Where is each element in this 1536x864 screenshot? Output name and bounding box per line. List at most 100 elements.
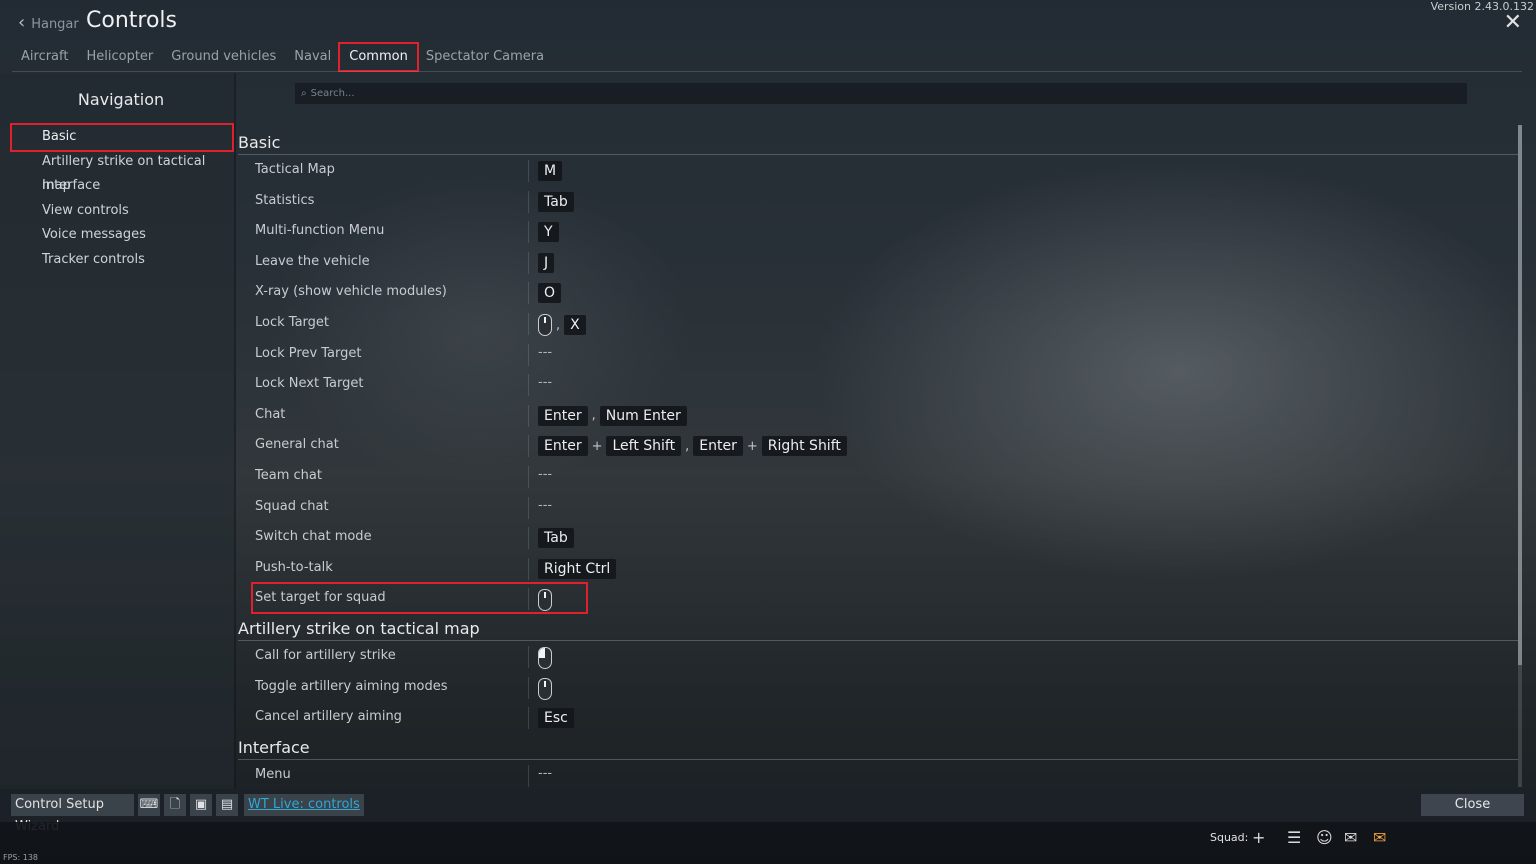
tab-common[interactable]: Common bbox=[338, 42, 419, 72]
control-row[interactable]: Team chat --- bbox=[238, 462, 1518, 492]
control-label: Multi-function Menu bbox=[255, 223, 385, 239]
key-tab[interactable]: Tab bbox=[538, 191, 574, 212]
add-squad-icon[interactable]: + bbox=[1252, 828, 1265, 847]
control-row[interactable]: Set target for squad bbox=[238, 582, 1518, 615]
control-row[interactable]: X-ray (show vehicle modules) O bbox=[238, 278, 1518, 308]
control-row[interactable]: Push-to-talk Right Ctrl bbox=[238, 554, 1518, 584]
key-num-enter[interactable]: Num Enter bbox=[599, 405, 687, 426]
key-esc[interactable]: Esc bbox=[538, 708, 574, 729]
keyboard-icon[interactable]: ⌨ bbox=[138, 794, 160, 816]
control-row[interactable]: Leave the vehicle J bbox=[238, 248, 1518, 278]
alt-separator: , bbox=[685, 438, 690, 454]
key-bindings[interactable]: M bbox=[538, 161, 563, 181]
key-bindings[interactable] bbox=[538, 677, 552, 700]
panel-divider bbox=[234, 73, 236, 789]
key-bindings[interactable]: --- bbox=[538, 766, 552, 781]
key-right-shift[interactable]: Right Shift bbox=[761, 436, 847, 457]
key-bindings[interactable]: Tab bbox=[538, 528, 574, 549]
close-icon[interactable]: ✕ bbox=[1504, 10, 1522, 35]
chat-icon[interactable]: ✉ bbox=[1344, 828, 1357, 847]
tab-divider bbox=[12, 71, 1522, 72]
key-o[interactable]: O bbox=[538, 283, 562, 304]
fps-counter: FPS: 138 bbox=[3, 853, 39, 862]
key-bindings[interactable]: J bbox=[538, 252, 555, 273]
control-row[interactable]: Statistics Tab bbox=[238, 187, 1518, 217]
control-row[interactable]: Call for artillery strike bbox=[238, 642, 1518, 672]
key-j[interactable]: J bbox=[538, 252, 555, 273]
key-enter[interactable]: Enter bbox=[538, 405, 588, 426]
mouse-middle-icon[interactable] bbox=[538, 314, 552, 336]
control-row[interactable]: Lock Next Target --- bbox=[238, 370, 1518, 400]
hangar-link[interactable]: Hangar bbox=[31, 17, 79, 32]
control-row[interactable]: Squad chat --- bbox=[238, 493, 1518, 523]
control-row[interactable]: Lock Target, X bbox=[238, 309, 1518, 339]
mouse-middle-icon[interactable] bbox=[538, 677, 552, 700]
key-bindings[interactable]: --- bbox=[538, 498, 552, 513]
close-button[interactable]: Close bbox=[1421, 794, 1524, 816]
control-row[interactable]: Menu --- bbox=[238, 761, 1518, 788]
chevron-left-icon: ‹ bbox=[18, 12, 26, 33]
open-folder-icon[interactable]: ▤ bbox=[216, 794, 238, 816]
control-row[interactable]: General chat Enter + Left Shift, Enter + Right… bbox=[238, 431, 1518, 461]
key-bindings[interactable]: Tab bbox=[538, 191, 574, 212]
nav-item-view-controls[interactable]: View controls bbox=[12, 199, 232, 224]
nav-item-tracker-controls[interactable]: Tracker controls bbox=[12, 248, 232, 273]
back-to-hangar[interactable]: ‹ Hangar bbox=[18, 12, 79, 33]
key-bindings[interactable]: --- bbox=[538, 345, 552, 360]
alt-separator: , bbox=[556, 317, 561, 333]
key-bindings[interactable]: ,X bbox=[538, 314, 586, 336]
mail-icon[interactable]: ✉ bbox=[1373, 828, 1386, 847]
tab-spectator-camera[interactable]: Spectator Camera bbox=[417, 44, 553, 70]
tab-naval[interactable]: Naval bbox=[285, 44, 340, 70]
nav-item-voice-messages[interactable]: Voice messages bbox=[12, 223, 232, 248]
control-row[interactable]: Toggle artillery aiming modes bbox=[238, 673, 1518, 703]
key-y[interactable]: Y bbox=[538, 222, 559, 243]
key-bindings[interactable]: --- bbox=[538, 375, 552, 390]
control-row[interactable]: Cancel artillery aiming Esc bbox=[238, 703, 1518, 733]
control-row[interactable]: Tactical Map M bbox=[238, 156, 1518, 186]
wt-live-controls-link[interactable]: WT Live: controls bbox=[244, 794, 364, 816]
key-bindings[interactable]: Y bbox=[538, 222, 559, 243]
key-bindings[interactable]: --- bbox=[538, 467, 552, 482]
key-bindings[interactable] bbox=[538, 647, 552, 669]
nav-item-interface[interactable]: Interface bbox=[12, 174, 232, 199]
key-right-ctrl[interactable]: Right Ctrl bbox=[538, 558, 617, 579]
list-icon[interactable]: ☰ bbox=[1287, 828, 1301, 847]
nav-item-artillery-strike-on-tactical-map[interactable]: Artillery strike on tactical map bbox=[12, 150, 232, 193]
key-left-shift[interactable]: Left Shift bbox=[606, 436, 682, 457]
save-icon[interactable]: ▣ bbox=[190, 794, 212, 816]
key-bindings[interactable]: Enter + Left Shift, Enter + Right Shift bbox=[538, 436, 847, 457]
squad-label: Squad: bbox=[1210, 831, 1249, 844]
tab-aircraft[interactable]: Aircraft bbox=[12, 44, 77, 70]
key-x[interactable]: X bbox=[564, 315, 586, 335]
tab-ground-vehicles[interactable]: Ground vehicles bbox=[162, 44, 285, 70]
scrollbar-thumb[interactable] bbox=[1518, 125, 1522, 665]
control-row[interactable]: Lock Prev Target --- bbox=[238, 340, 1518, 370]
key-bindings[interactable]: O bbox=[538, 283, 562, 304]
row-divider bbox=[528, 557, 529, 580]
control-row[interactable]: Multi-function Menu Y bbox=[238, 217, 1518, 247]
row-divider bbox=[528, 764, 529, 787]
section-divider bbox=[238, 640, 1518, 641]
control-label: General chat bbox=[255, 437, 339, 453]
friends-icon[interactable]: ☺ bbox=[1316, 828, 1333, 847]
key-m[interactable]: M bbox=[538, 161, 563, 181]
unbound-placeholder: --- bbox=[538, 765, 553, 781]
new-file-icon[interactable]: 🗋 bbox=[164, 794, 186, 816]
control-row[interactable]: Chat Enter, Num Enter bbox=[238, 401, 1518, 431]
key-enter[interactable]: Enter bbox=[693, 436, 743, 457]
tab-helicopter[interactable]: Helicopter bbox=[77, 44, 162, 70]
control-label: Lock Next Target bbox=[255, 376, 364, 392]
control-setup-wizard-button[interactable]: Control Setup Wizard bbox=[11, 794, 134, 834]
key-bindings[interactable]: Enter, Num Enter bbox=[538, 405, 687, 426]
key-bindings[interactable]: Esc bbox=[538, 708, 574, 729]
key-bindings[interactable]: Right Ctrl bbox=[538, 558, 617, 579]
section-title: Artillery strike on tactical map bbox=[238, 619, 480, 638]
mouse-left-icon[interactable] bbox=[538, 647, 552, 669]
search-input[interactable]: ⌕ Search... bbox=[295, 83, 1467, 104]
control-row[interactable]: Switch chat mode Tab bbox=[238, 523, 1518, 553]
unbound-placeholder: --- bbox=[538, 344, 553, 360]
nav-item-basic[interactable]: Basic bbox=[10, 123, 234, 152]
key-enter[interactable]: Enter bbox=[538, 436, 588, 457]
key-tab[interactable]: Tab bbox=[538, 528, 574, 549]
